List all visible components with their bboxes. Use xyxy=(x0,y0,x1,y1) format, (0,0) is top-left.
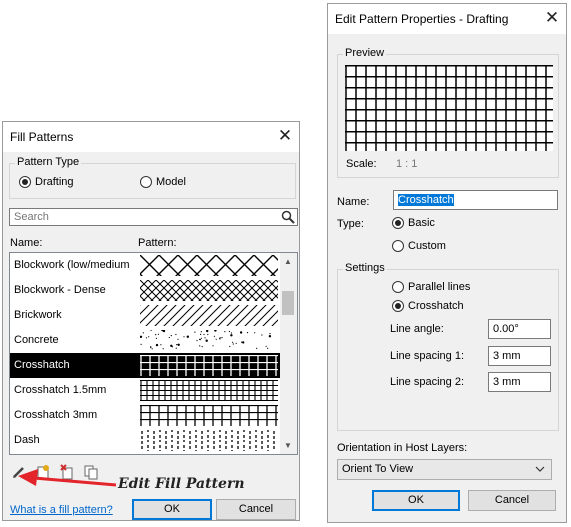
pattern-name: Concrete xyxy=(14,334,59,346)
line-spacing-1-field[interactable]: 3 mm xyxy=(488,346,551,366)
pattern-swatch xyxy=(140,330,278,351)
radio-unselected-icon xyxy=(392,281,404,293)
annotation-text: Edit Fill Pattern xyxy=(118,476,245,492)
dialog-title: Edit Pattern Properties - Drafting xyxy=(335,12,509,26)
radio-selected-icon xyxy=(392,300,404,312)
search-icon[interactable] xyxy=(281,210,295,227)
name-value: Crosshatch xyxy=(398,194,454,206)
settings-legend: Settings xyxy=(343,262,387,274)
ok-label: OK xyxy=(164,503,180,515)
fill-patterns-dialog: Fill Patterns ✕ Pattern Type Drafting Mo… xyxy=(2,121,300,521)
crosshatch-radio[interactable]: Crosshatch xyxy=(392,300,464,312)
ok-button[interactable]: OK xyxy=(372,490,460,511)
title-bar: Edit Pattern Properties - Drafting ✕ xyxy=(328,4,566,34)
scale-value: 1 : 1 xyxy=(396,158,418,170)
cancel-label: Cancel xyxy=(494,494,530,506)
pattern-row[interactable]: Crosshatch 3mm xyxy=(10,403,280,428)
model-label: Model xyxy=(156,176,186,188)
search-input[interactable] xyxy=(14,209,269,225)
edit-pattern-dialog: Edit Pattern Properties - Drafting ✕ Pre… xyxy=(327,3,567,523)
pattern-swatch xyxy=(140,430,278,451)
ok-label: OK xyxy=(408,494,424,506)
pattern-type-legend: Pattern Type xyxy=(15,156,82,168)
name-field[interactable]: Crosshatch xyxy=(393,190,558,210)
type-label: Type: xyxy=(337,218,364,230)
title-bar: Fill Patterns ✕ xyxy=(3,122,299,152)
type-custom-radio[interactable]: Custom xyxy=(392,240,446,252)
orientation-value: Orient To View xyxy=(342,463,414,475)
preview-pattern xyxy=(345,65,553,151)
preview-legend: Preview xyxy=(343,47,387,59)
pattern-name: Blockwork - Dense xyxy=(14,284,106,296)
drafting-label: Drafting xyxy=(35,176,74,188)
help-link[interactable]: What is a fill pattern? xyxy=(10,504,113,516)
crosshatch-label: Crosshatch xyxy=(408,300,464,312)
pattern-type-group: Pattern Type Drafting Model xyxy=(9,156,296,199)
pattern-row[interactable]: Dash xyxy=(10,428,280,453)
cancel-label: Cancel xyxy=(238,503,274,515)
preview-group: Preview Scale: 1 : 1 xyxy=(337,47,559,178)
radio-selected-icon xyxy=(19,176,31,188)
pattern-name: Crosshatch 1.5mm xyxy=(14,384,107,396)
dialog-title: Fill Patterns xyxy=(10,130,74,144)
name-label: Name: xyxy=(337,196,370,208)
orientation-label: Orientation in Host Layers: xyxy=(337,442,468,454)
annotation-arrow xyxy=(18,469,117,487)
pattern-row[interactable]: Concrete xyxy=(10,328,280,353)
search-box[interactable] xyxy=(9,208,298,226)
pattern-name: Blockwork (low/medium xyxy=(14,259,130,271)
radio-unselected-icon xyxy=(392,240,404,252)
close-icon[interactable]: ✕ xyxy=(542,8,562,28)
ok-button[interactable]: OK xyxy=(132,499,212,520)
line-angle-value: 0.00° xyxy=(493,323,519,335)
pattern-swatch xyxy=(140,405,278,426)
radio-selected-icon xyxy=(392,217,404,229)
model-radio[interactable]: Model xyxy=(140,176,186,188)
parallel-lines-label: Parallel lines xyxy=(408,281,471,293)
pattern-swatch xyxy=(140,380,278,401)
pattern-name: Brickwork xyxy=(14,309,62,321)
pattern-swatch xyxy=(140,355,278,376)
scroll-thumb[interactable] xyxy=(282,291,294,315)
orientation-select[interactable]: Orient To View xyxy=(337,459,552,480)
custom-label: Custom xyxy=(408,240,446,252)
line-spacing-2-label: Line spacing 2: xyxy=(390,376,464,388)
pattern-swatch xyxy=(140,305,278,326)
line-spacing-1-value: 3 mm xyxy=(493,350,521,362)
pattern-name: Dash xyxy=(14,434,40,446)
pattern-name: Crosshatch 3mm xyxy=(14,409,98,421)
chevron-down-icon[interactable] xyxy=(535,460,545,486)
scroll-down-icon[interactable]: ▼ xyxy=(284,441,292,450)
line-spacing-2-value: 3 mm xyxy=(493,376,521,388)
line-angle-field[interactable]: 0.00° xyxy=(488,319,551,339)
pattern-row[interactable]: Crosshatch xyxy=(10,353,280,378)
pattern-list[interactable]: Blockwork (low/medium Blockwork - Dense Br… xyxy=(9,252,298,455)
line-spacing-1-label: Line spacing 1: xyxy=(390,350,464,362)
radio-unselected-icon xyxy=(140,176,152,188)
cancel-button[interactable]: Cancel xyxy=(468,490,556,511)
pattern-name: Crosshatch xyxy=(14,359,70,371)
pattern-row[interactable]: Blockwork - Dense xyxy=(10,278,280,303)
scale-label: Scale: xyxy=(346,158,377,170)
pattern-row[interactable]: Brickwork xyxy=(10,303,280,328)
pattern-row[interactable]: Blockwork (low/medium xyxy=(10,253,280,278)
pattern-swatch xyxy=(140,255,278,276)
drafting-radio[interactable]: Drafting xyxy=(19,176,74,188)
pattern-row[interactable]: Crosshatch 1.5mm xyxy=(10,378,280,403)
cancel-button[interactable]: Cancel xyxy=(216,499,296,520)
close-icon[interactable]: ✕ xyxy=(275,126,295,146)
line-spacing-2-field[interactable]: 3 mm xyxy=(488,372,551,392)
pattern-column-header: Pattern: xyxy=(138,237,177,249)
type-basic-radio[interactable]: Basic xyxy=(392,217,435,229)
basic-label: Basic xyxy=(408,217,435,229)
parallel-lines-radio[interactable]: Parallel lines xyxy=(392,281,470,293)
settings-group: Settings Parallel lines Crosshatch Line … xyxy=(337,262,559,431)
scroll-up-icon[interactable]: ▲ xyxy=(284,257,292,266)
scrollbar[interactable]: ▲ ▼ xyxy=(280,253,297,454)
pattern-swatch xyxy=(140,280,278,301)
name-column-header: Name: xyxy=(10,237,43,249)
line-angle-label: Line angle: xyxy=(390,323,444,335)
